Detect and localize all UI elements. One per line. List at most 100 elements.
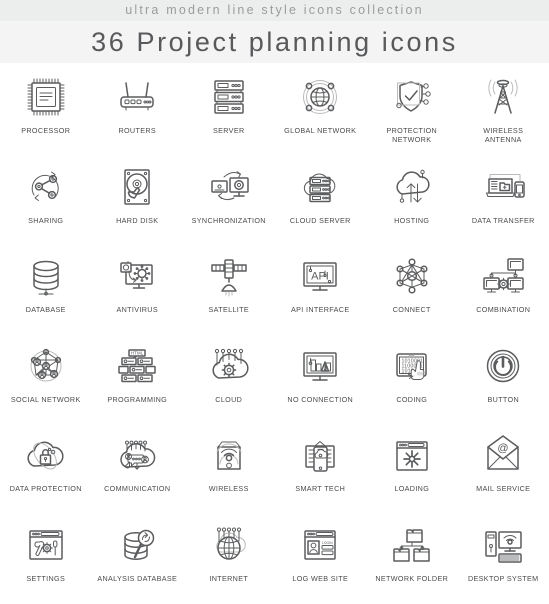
icon-label: CODING	[366, 395, 457, 404]
icon-cell[interactable]: INTERNET	[183, 515, 275, 604]
icon-cell[interactable]: LOADING	[366, 425, 458, 515]
server-rack-icon	[204, 72, 254, 122]
icon-cell[interactable]: BUTTON	[458, 336, 549, 426]
antivirus-icon	[112, 251, 162, 301]
icon-label: CLOUD SERVER	[275, 216, 366, 225]
hosting-cloud-arrows-icon	[387, 162, 437, 212]
icon-label: DATA TRANSFER	[458, 216, 549, 225]
icon-cell[interactable]: GLOBAL NETWORK	[275, 67, 367, 157]
network-folder-icon	[387, 520, 437, 570]
icon-label: LOG WEB SITE	[275, 574, 366, 583]
combination-monitors-icon	[478, 251, 528, 301]
hard-disk-icon	[112, 162, 162, 212]
sharing-icon	[21, 162, 71, 212]
database-icon	[21, 251, 71, 301]
icon-label: NETWORK FOLDER	[366, 574, 457, 583]
icon-label: CONNECT	[366, 305, 457, 314]
icon-label: HARD DISK	[92, 216, 183, 225]
icon-label: WIRELESS	[183, 484, 274, 493]
icon-cell[interactable]: SYNCHRONIZATION	[183, 157, 275, 247]
log-web-site-icon: LOGIN	[295, 520, 345, 570]
page-title: 36 Project planning icons	[91, 29, 458, 56]
api-interface-icon: API	[295, 251, 345, 301]
satellite-icon	[204, 251, 254, 301]
no-connection-icon	[295, 341, 345, 391]
svg-text:HTML: HTML	[131, 350, 144, 355]
header-subtitle: ultra modern line style icons collection	[125, 4, 424, 17]
svg-text:LOGIN: LOGIN	[322, 541, 333, 545]
data-transfer-icon	[478, 162, 528, 212]
icon-cell[interactable]: 1010001 1100001 1010 CODING	[366, 336, 458, 426]
icon-cell[interactable]: ANTIVIRUS	[92, 246, 184, 336]
icon-label: SERVER	[183, 126, 274, 135]
icon-cell[interactable]: SHARING	[0, 157, 92, 247]
svg-text:@: @	[498, 443, 509, 455]
icon-cell[interactable]: LOGIN LOG WEB SITE	[275, 515, 367, 604]
wireless-box-icon	[204, 430, 254, 480]
icon-cell[interactable]: PROTECTION NETWORK	[366, 67, 458, 157]
icon-cell[interactable]: @ MAIL SERVICE	[458, 425, 549, 515]
icon-label: SATELLITE	[183, 305, 274, 314]
icon-cell[interactable]: WIRELESS ANTENNA	[458, 67, 549, 157]
internet-globe-cloud-icon	[204, 520, 254, 570]
icon-cell[interactable]: DATABASE	[0, 246, 92, 336]
icon-cell[interactable]: NETWORK FOLDER	[366, 515, 458, 604]
settings-tools-icon	[21, 520, 71, 570]
power-button-icon	[478, 341, 528, 391]
programming-icon: HTML	[112, 341, 162, 391]
icon-cell[interactable]: DATA PROTECTION	[0, 425, 92, 515]
smart-tech-icon	[295, 430, 345, 480]
icon-label: DATABASE	[0, 305, 91, 314]
icon-cell[interactable]: ANALYSIS DATABASE	[92, 515, 184, 604]
icon-label: LOADING	[366, 484, 457, 493]
icon-cell[interactable]: HOSTING	[366, 157, 458, 247]
icon-cell[interactable]: SOCIAL NETWORK	[0, 336, 92, 426]
icon-cell[interactable]: NO CONNECTION	[275, 336, 367, 426]
icon-label: SMART TECH	[275, 484, 366, 493]
icon-label: COMMUNICATION	[92, 484, 183, 493]
icon-label: ANALYSIS DATABASE	[92, 574, 183, 583]
icon-label: BUTTON	[458, 395, 549, 404]
icon-cell[interactable]: WIRELESS	[183, 425, 275, 515]
icon-cell[interactable]: HTML PROGRAMMING	[92, 336, 184, 426]
icon-label: ANTIVIRUS	[92, 305, 183, 314]
sync-monitors-icon	[204, 162, 254, 212]
connect-nodes-icon	[387, 251, 437, 301]
icon-cell[interactable]: PROCESSOR	[0, 67, 92, 157]
icon-collection-page: ultra modern line style icons collection…	[0, 0, 549, 600]
icon-cell[interactable]: DATA TRANSFER	[458, 157, 549, 247]
icon-cell[interactable]: DESKTOP SYSTEM	[458, 515, 549, 604]
icon-label: INTERNET	[183, 574, 274, 583]
processor-icon	[21, 72, 71, 122]
icon-label: SETTINGS	[0, 574, 91, 583]
icon-label: NO CONNECTION	[275, 395, 366, 404]
icon-label: PROGRAMMING	[92, 395, 183, 404]
icon-cell[interactable]: COMMUNICATION	[92, 425, 184, 515]
icon-cell[interactable]: ROUTERS	[92, 67, 184, 157]
icon-cell[interactable]: SETTINGS	[0, 515, 92, 604]
icon-cell[interactable]: API API INTERFACE	[275, 246, 367, 336]
data-protection-icon	[21, 430, 71, 480]
icon-label: COMBINATION	[458, 305, 549, 314]
icon-label: API INTERFACE	[275, 305, 366, 314]
communication-cloud-icon	[112, 430, 162, 480]
icon-cell[interactable]: SATELLITE	[183, 246, 275, 336]
icon-label: ROUTERS	[92, 126, 183, 135]
icon-cell[interactable]: COMBINATION	[458, 246, 549, 336]
icon-label: WIRELESS ANTENNA	[458, 126, 549, 144]
social-network-icon	[21, 341, 71, 391]
icon-cell[interactable]: HARD DISK	[92, 157, 184, 247]
icon-cell[interactable]: SMART TECH	[275, 425, 367, 515]
coding-icon: 1010001 1100001 1010	[387, 341, 437, 391]
icon-cell[interactable]: CONNECT	[366, 246, 458, 336]
icon-cell[interactable]: SERVER	[183, 67, 275, 157]
icon-cell[interactable]: CLOUD SERVER	[275, 157, 367, 247]
icon-label: DATA PROTECTION	[0, 484, 91, 493]
icon-label: GLOBAL NETWORK	[275, 126, 366, 135]
icon-label: HOSTING	[366, 216, 457, 225]
icon-cell[interactable]: CLOUD	[183, 336, 275, 426]
loading-browser-icon	[387, 430, 437, 480]
header-subtitle-band: ultra modern line style icons collection	[0, 0, 549, 21]
icon-label: PROCESSOR	[0, 126, 91, 135]
icon-label: MAIL SERVICE	[458, 484, 549, 493]
